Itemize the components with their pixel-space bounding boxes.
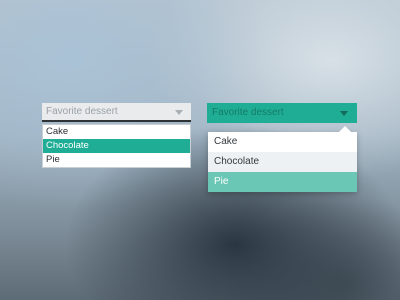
select-placeholder: Favorite dessert: [212, 107, 284, 118]
option-pie[interactable]: Pie: [208, 172, 357, 192]
option-chocolate[interactable]: Chocolate: [43, 139, 190, 153]
chevron-down-icon[interactable]: [340, 111, 348, 116]
select-placeholder: Favorite dessert: [46, 106, 118, 117]
chevron-down-icon[interactable]: [175, 110, 183, 115]
option-pie[interactable]: Pie: [43, 153, 190, 167]
options-panel-styled: Cake Chocolate Pie: [208, 126, 357, 192]
dessert-dropdown-styled: Favorite dessert Cake Chocolate Pie: [207, 103, 357, 192]
option-cake[interactable]: Cake: [43, 125, 190, 139]
dessert-select-styled[interactable]: Favorite dessert: [207, 103, 357, 123]
option-chocolate[interactable]: Chocolate: [208, 152, 357, 172]
panel-pointer: [339, 126, 351, 132]
option-cake[interactable]: Cake: [208, 132, 357, 152]
options-list-basic: Cake Chocolate Pie: [42, 124, 191, 168]
dessert-select-basic[interactable]: Favorite dessert: [42, 103, 191, 122]
dessert-dropdown-basic: Favorite dessert Cake Chocolate Pie: [42, 103, 191, 168]
